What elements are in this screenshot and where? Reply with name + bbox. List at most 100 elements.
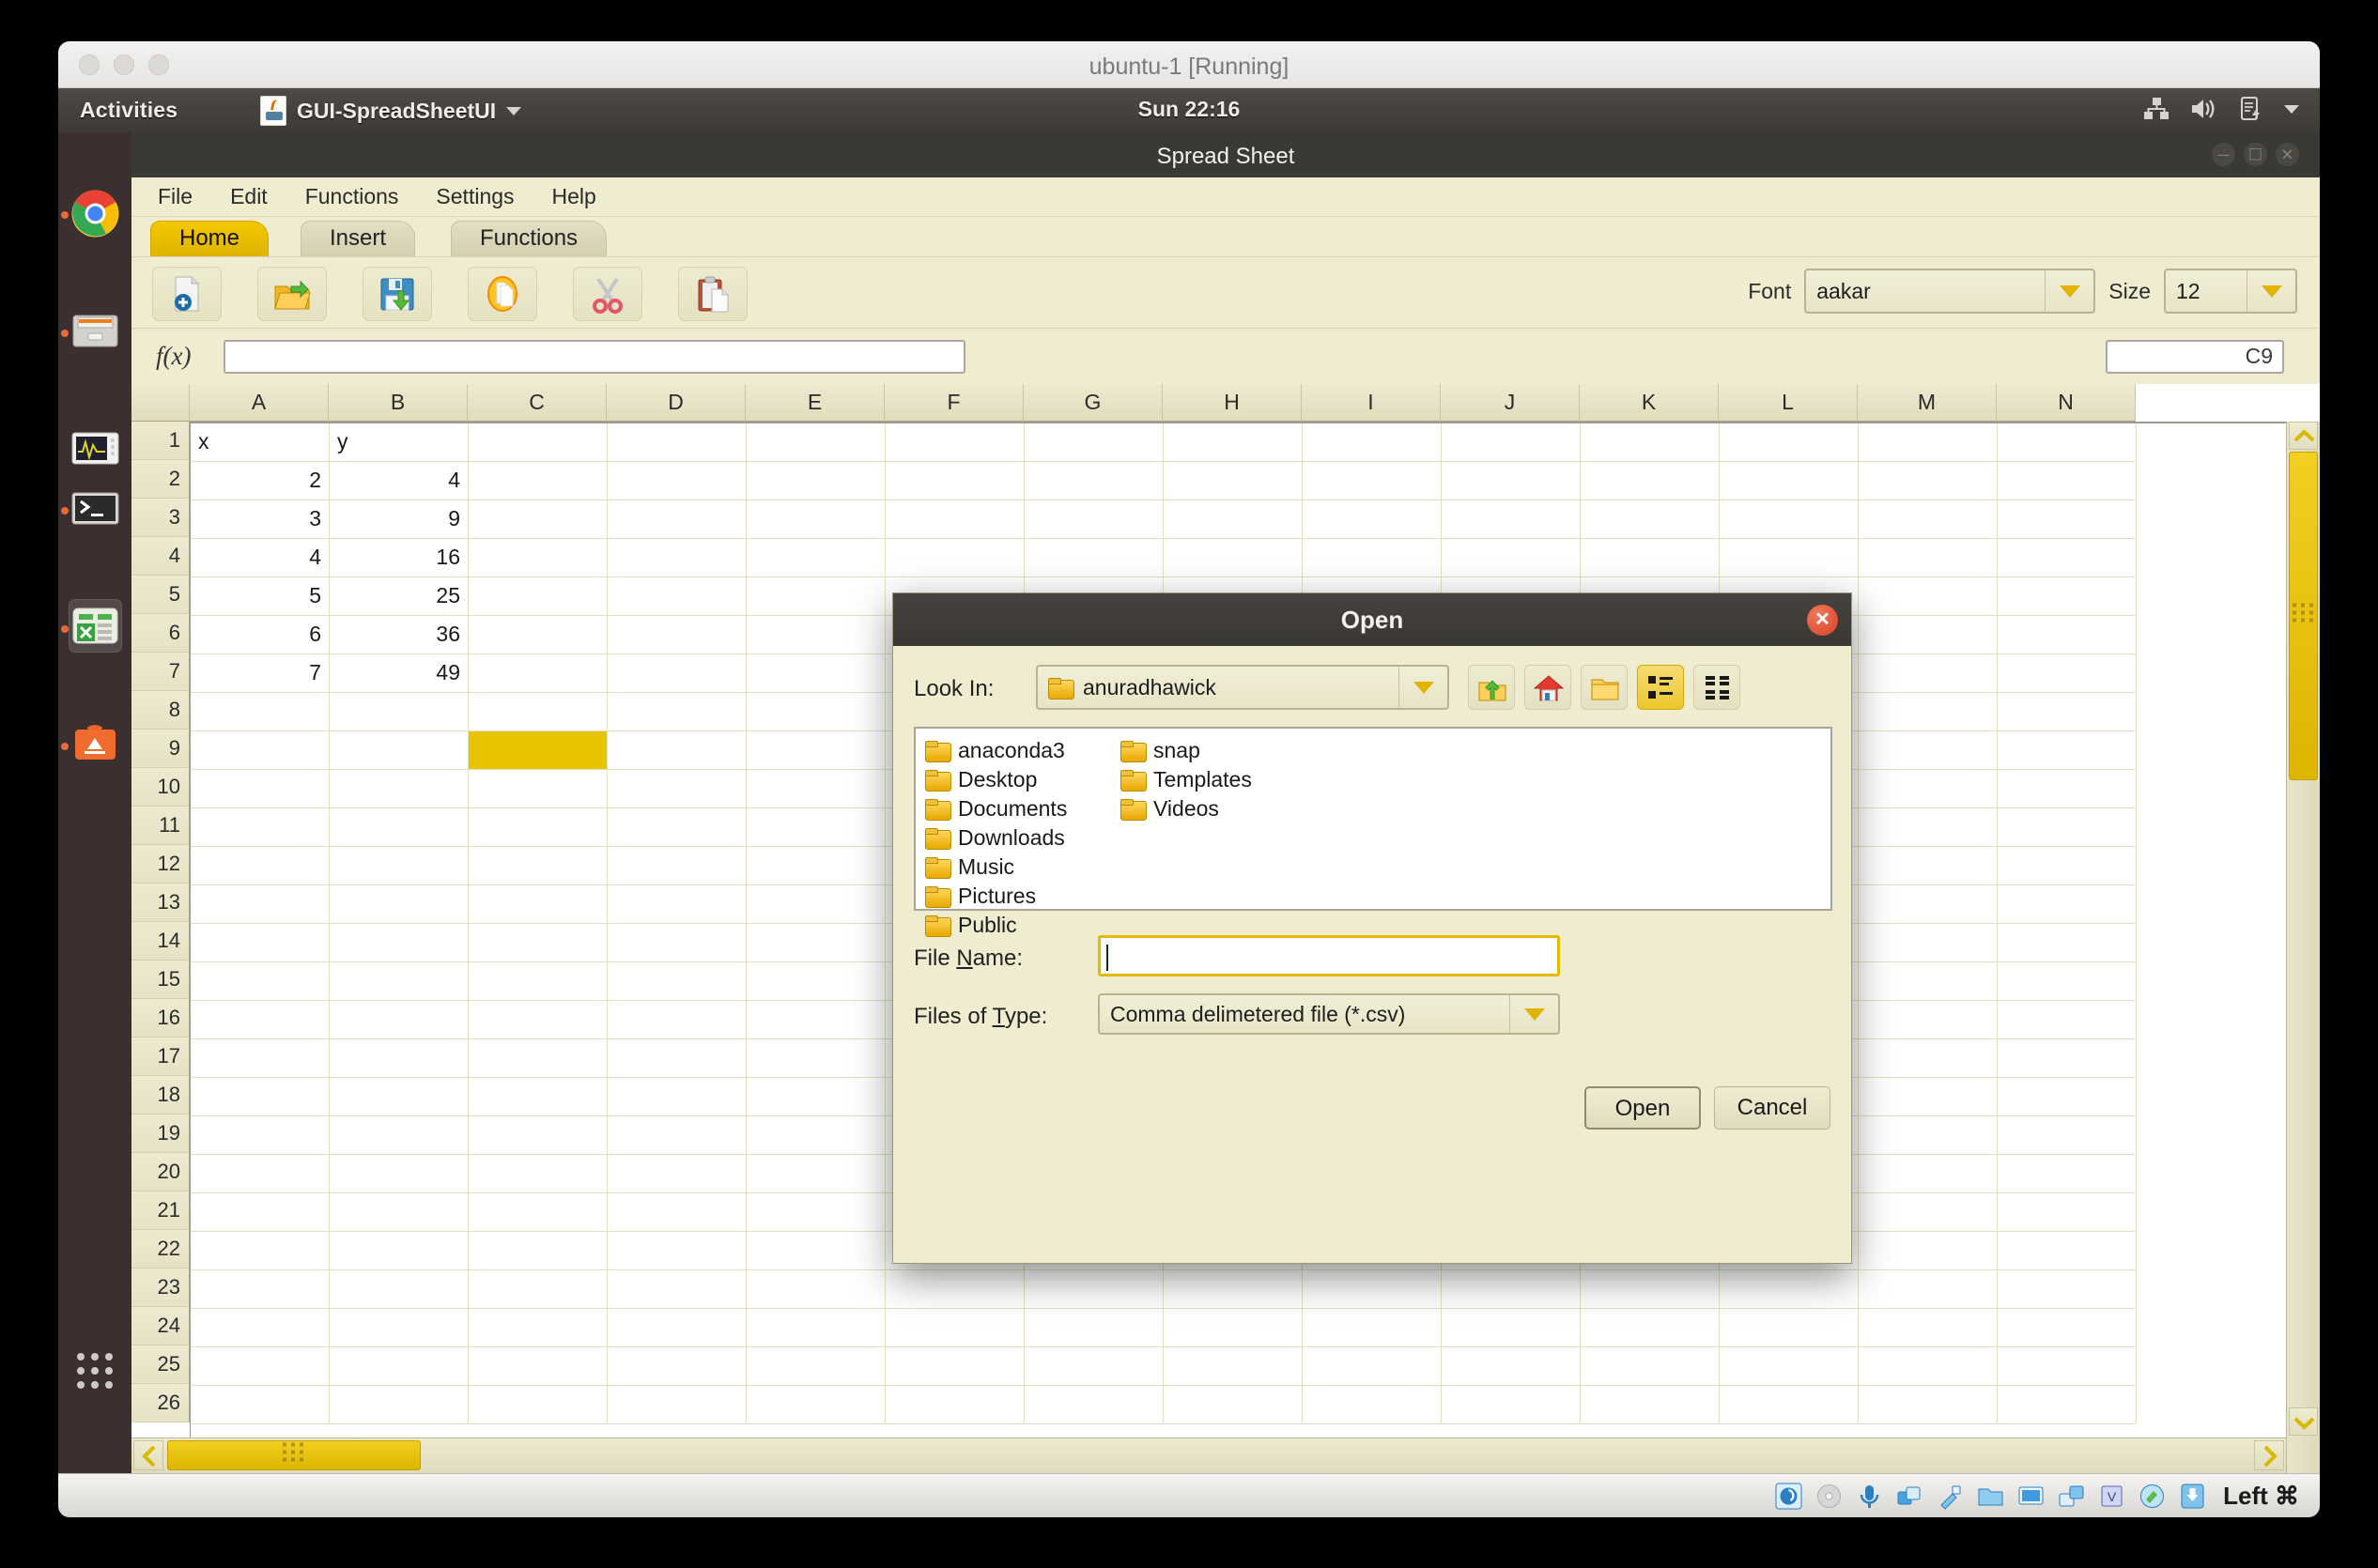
open-button[interactable]: Open: [1584, 1086, 1701, 1130]
cancel-button[interactable]: Cancel: [1714, 1086, 1830, 1130]
cell-n12[interactable]: [1998, 847, 2137, 885]
cell-d14[interactable]: [608, 924, 747, 962]
file-list-item[interactable]: Pictures: [925, 882, 1067, 911]
cell-k26[interactable]: [1581, 1386, 1720, 1424]
cell-g4[interactable]: [1025, 539, 1164, 577]
column-header-j[interactable]: J: [1441, 384, 1580, 422]
cell-a13[interactable]: [191, 885, 330, 924]
launcher-item-ubuntu-software[interactable]: [69, 717, 122, 771]
cell-d21[interactable]: [608, 1193, 747, 1232]
go-up-button[interactable]: [1468, 665, 1515, 710]
file-list-item[interactable]: Desktop: [925, 765, 1067, 794]
cell-a3[interactable]: 3: [191, 500, 330, 539]
cell-b1[interactable]: y: [330, 423, 469, 462]
cell-e7[interactable]: [747, 654, 886, 693]
launcher-item-files[interactable]: [69, 304, 122, 358]
launcher-item-system-monitor[interactable]: [69, 422, 122, 475]
cell-l3[interactable]: [1720, 500, 1859, 539]
cell-d4[interactable]: [608, 539, 747, 577]
cell-c1[interactable]: [469, 423, 608, 462]
cell-g1[interactable]: [1025, 423, 1164, 462]
cell-c13[interactable]: [469, 885, 608, 924]
file-list-item[interactable]: Downloads: [925, 823, 1067, 853]
cell-m15[interactable]: [1859, 962, 1998, 1001]
cell-l26[interactable]: [1720, 1386, 1859, 1424]
cell-c6[interactable]: [469, 616, 608, 654]
details-view-button[interactable]: [1693, 665, 1740, 710]
cell-c19[interactable]: [469, 1116, 608, 1155]
file-list-item[interactable]: snap: [1120, 736, 1252, 765]
column-header-f[interactable]: F: [885, 384, 1024, 422]
battery-icon[interactable]: [2239, 96, 2263, 122]
row-header-26[interactable]: 26: [131, 1384, 190, 1422]
cell-g25[interactable]: [1025, 1347, 1164, 1386]
cell-n18[interactable]: [1998, 1078, 2137, 1116]
cell-n16[interactable]: [1998, 1001, 2137, 1039]
cell-m6[interactable]: [1859, 616, 1998, 654]
column-header-l[interactable]: L: [1719, 384, 1858, 422]
cell-e22[interactable]: [747, 1232, 886, 1270]
cell-m7[interactable]: [1859, 654, 1998, 693]
cell-m17[interactable]: [1859, 1039, 1998, 1078]
cell-b2[interactable]: 4: [330, 462, 469, 500]
cell-i3[interactable]: [1303, 500, 1442, 539]
cell-h24[interactable]: [1164, 1309, 1303, 1347]
cell-a6[interactable]: 6: [191, 616, 330, 654]
cell-h23[interactable]: [1164, 1270, 1303, 1309]
optical-disk-icon[interactable]: [1815, 1483, 1843, 1510]
row-header-8[interactable]: 8: [131, 691, 190, 730]
cell-h3[interactable]: [1164, 500, 1303, 539]
cell-h26[interactable]: [1164, 1386, 1303, 1424]
scroll-up-button[interactable]: [2289, 422, 2318, 450]
look-in-chevron[interactable]: [1398, 667, 1447, 708]
mouse-integration-icon[interactable]: [2139, 1483, 2166, 1510]
cell-e24[interactable]: [747, 1309, 886, 1347]
app-window-controls[interactable]: ─ ☐ ✕: [2212, 143, 2299, 166]
cell-e19[interactable]: [747, 1116, 886, 1155]
row-header-25[interactable]: 25: [131, 1345, 190, 1384]
show-applications-button[interactable]: [69, 1344, 122, 1400]
cell-a20[interactable]: [191, 1155, 330, 1193]
cell-n23[interactable]: [1998, 1270, 2137, 1309]
cell-g24[interactable]: [1025, 1309, 1164, 1347]
column-header-n[interactable]: N: [1997, 384, 2136, 422]
cell-a25[interactable]: [191, 1347, 330, 1386]
cell-i26[interactable]: [1303, 1386, 1442, 1424]
cell-e2[interactable]: [747, 462, 886, 500]
cell-d20[interactable]: [608, 1155, 747, 1193]
cell-m26[interactable]: [1859, 1386, 1998, 1424]
menu-help[interactable]: Help: [547, 181, 602, 212]
cell-e21[interactable]: [747, 1193, 886, 1232]
menu-file[interactable]: File: [152, 181, 198, 212]
cell-c18[interactable]: [469, 1078, 608, 1116]
cell-b3[interactable]: 9: [330, 500, 469, 539]
column-header-c[interactable]: C: [468, 384, 607, 422]
row-header-22[interactable]: 22: [131, 1230, 190, 1268]
app-maximize-button[interactable]: ☐: [2244, 143, 2267, 166]
file-type-select[interactable]: Comma delimetered file (*.csv): [1098, 993, 1560, 1035]
new-folder-button[interactable]: [1581, 665, 1628, 710]
file-list-item[interactable]: Music: [925, 853, 1067, 882]
open-file-button[interactable]: [257, 267, 327, 321]
launcher-item-terminal[interactable]: [69, 482, 122, 535]
cell-n7[interactable]: [1998, 654, 2137, 693]
app-minimize-button[interactable]: ─: [2212, 143, 2235, 166]
row-header-5[interactable]: 5: [131, 576, 190, 614]
size-select[interactable]: 12: [2164, 269, 2297, 314]
cpu-icon[interactable]: V: [2098, 1483, 2125, 1510]
usb-icon[interactable]: [1937, 1483, 1964, 1510]
cell-i1[interactable]: [1303, 423, 1442, 462]
cell-b9[interactable]: [330, 731, 469, 770]
cell-e8[interactable]: [747, 693, 886, 731]
cell-a24[interactable]: [191, 1309, 330, 1347]
file-list[interactable]: anaconda3 Desktop Documents Downloads Music P…: [914, 727, 1832, 937]
cell-j3[interactable]: [1442, 500, 1581, 539]
cell-j1[interactable]: [1442, 423, 1581, 462]
row-header-11[interactable]: 11: [131, 807, 190, 845]
font-select[interactable]: aakar: [1804, 269, 2096, 314]
cell-d2[interactable]: [608, 462, 747, 500]
cell-l24[interactable]: [1720, 1309, 1859, 1347]
cell-e26[interactable]: [747, 1386, 886, 1424]
cell-d26[interactable]: [608, 1386, 747, 1424]
cell-e9[interactable]: [747, 731, 886, 770]
